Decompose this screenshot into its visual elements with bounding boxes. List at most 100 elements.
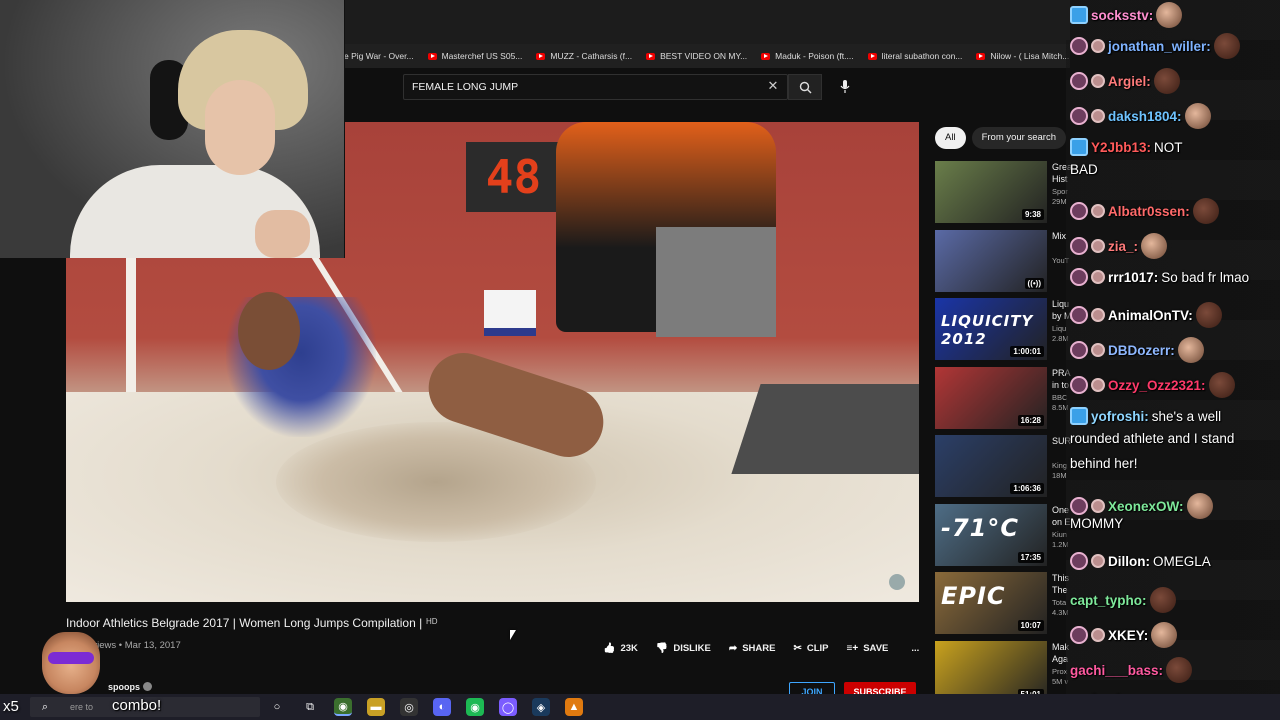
bookmark-item[interactable]: literal subathon con... bbox=[867, 51, 963, 61]
chat-text-continued: behind her! bbox=[1070, 456, 1138, 471]
thumbs-down-icon: 👎 bbox=[655, 642, 669, 654]
steam-icon[interactable]: ◈ bbox=[532, 698, 550, 716]
chat-username[interactable]: DBDozerr: bbox=[1108, 343, 1175, 358]
bits-badge-icon bbox=[1091, 39, 1105, 53]
action-label: DISLIKE bbox=[673, 642, 711, 654]
vlc-icon[interactable]: ▲ bbox=[565, 698, 583, 716]
recommended-video[interactable]: EPIC 10:07 This The Tota 4.3M bbox=[935, 572, 1075, 636]
bookmark-item[interactable]: Masterchef US S05... bbox=[427, 51, 522, 61]
youtube-icon bbox=[976, 52, 986, 60]
bookmark-item[interactable]: MUZZ - Catharsis (f... bbox=[536, 51, 632, 61]
scissors-button[interactable]: ✂ CLIP bbox=[793, 643, 828, 654]
channel-watermark-icon[interactable] bbox=[889, 574, 905, 590]
chat-username[interactable]: Albatr0ssen: bbox=[1108, 204, 1190, 219]
pit-edge bbox=[731, 384, 919, 474]
chat-username[interactable]: XKEY: bbox=[1108, 628, 1148, 643]
recommended-video[interactable]: 9:38 Grea Hist Spor 29M bbox=[935, 161, 1075, 225]
chat-username[interactable]: jonathan_willer: bbox=[1108, 39, 1211, 54]
action-label: ... bbox=[911, 642, 920, 654]
emote-icon bbox=[1213, 33, 1240, 59]
recommended-video[interactable]: ((•)) Mix YouT bbox=[935, 229, 1075, 294]
filter-chip[interactable]: From your search bbox=[971, 127, 1066, 149]
channel-name[interactable]: spoops bbox=[108, 682, 140, 692]
duration-badge: 10:07 bbox=[1017, 620, 1044, 631]
chat-username[interactable]: AnimalOnTV: bbox=[1108, 308, 1193, 323]
chat-message: jonathan_willer: bbox=[1070, 33, 1240, 59]
thumbs-down-button[interactable]: 👎 DISLIKE bbox=[656, 643, 711, 654]
chat-username[interactable]: Y2Jbb13: bbox=[1091, 140, 1151, 155]
task-view-icon[interactable]: ⧉ bbox=[301, 698, 319, 716]
chat-message: capt_typho: bbox=[1070, 587, 1176, 613]
combo-emote-icon bbox=[42, 632, 100, 694]
chat-username[interactable]: daksh1804: bbox=[1108, 109, 1182, 124]
youtube-icon bbox=[646, 52, 656, 60]
video-thumbnail[interactable]: 16:28 bbox=[935, 366, 1047, 429]
emote-icon bbox=[1141, 233, 1168, 259]
recommended-video[interactable]: 1:06:36 SUR King 18M bbox=[935, 435, 1075, 499]
video-actions: 👍 23K 👎 DISLIKE ➦ SHARE ✂ CLIP ≡+ SAVE... bbox=[603, 638, 919, 658]
mic-button[interactable] bbox=[835, 77, 855, 97]
chat-message: zia_: bbox=[1070, 233, 1168, 259]
spotify-icon[interactable]: ◉ bbox=[466, 698, 484, 716]
folder-icon[interactable]: ▬ bbox=[367, 698, 385, 716]
emote-icon bbox=[1184, 103, 1211, 129]
bookmarks-bar: e Pig War - Over... Masterchef US S05... M… bbox=[340, 44, 1070, 68]
video-thumbnail[interactable]: 1:06:36 bbox=[935, 435, 1047, 497]
share-button[interactable]: ➦ SHARE bbox=[729, 643, 776, 654]
video-thumbnail[interactable]: -71°C 17:35 bbox=[935, 503, 1047, 566]
thumbnail-text: LIQUICITY 2012 bbox=[941, 312, 1034, 348]
emote-icon bbox=[1156, 2, 1183, 28]
chat-username[interactable]: XeonexOW: bbox=[1108, 499, 1184, 514]
chat-username[interactable]: Dillon: bbox=[1108, 554, 1150, 569]
bookmark-label: Maduk - Poison (ft.... bbox=[775, 51, 854, 61]
bookmark-item[interactable]: Nilow - ( Lisa Mitch... bbox=[976, 51, 1069, 61]
bookmark-item[interactable]: Maduk - Poison (ft.... bbox=[761, 51, 854, 61]
search-button[interactable] bbox=[788, 74, 822, 100]
bits-badge-icon bbox=[1091, 499, 1105, 513]
chat-username[interactable]: yofroshi: bbox=[1091, 409, 1149, 424]
obs-icon[interactable]: ◎ bbox=[400, 698, 418, 716]
chat-message: daksh1804: bbox=[1070, 103, 1211, 129]
chat-username[interactable]: Argiel: bbox=[1108, 74, 1151, 89]
recommended-video[interactable]: LIQUICITY 20121:00:01Liqu by MLiqu 2.8M bbox=[935, 298, 1075, 362]
bookmark-label: BEST VIDEO ON MY... bbox=[660, 51, 748, 61]
duration-badge: ((•)) bbox=[1024, 277, 1044, 289]
marker-block bbox=[484, 290, 536, 336]
chat-username[interactable]: Ozzy_Ozz2321: bbox=[1108, 378, 1206, 393]
filter-chip[interactable]: All bbox=[935, 127, 966, 149]
video-thumbnail[interactable]: 9:38 bbox=[935, 161, 1047, 223]
search-icon[interactable]: ⌕ bbox=[36, 698, 54, 716]
youtube-icon bbox=[536, 52, 546, 60]
bits-badge-icon bbox=[1091, 204, 1105, 218]
recommended-video[interactable]: -71°C17:35One on EKiun 1.2M bbox=[935, 503, 1075, 568]
recommended-video[interactable]: 16:28PRA in toBBC 8.5M bbox=[935, 366, 1075, 431]
chat-username[interactable]: socksstv: bbox=[1091, 8, 1153, 23]
bookmark-item[interactable]: BEST VIDEO ON MY... bbox=[646, 51, 747, 61]
video-thumbnail[interactable]: EPIC 10:07 bbox=[935, 572, 1047, 634]
bookmark-label: literal subathon con... bbox=[881, 51, 963, 61]
close-icon[interactable]: ✕ bbox=[765, 78, 781, 94]
cortana-icon[interactable]: ○ bbox=[268, 698, 286, 716]
bookmark-item[interactable]: e Pig War - Over... bbox=[344, 51, 414, 61]
more-button[interactable]: ... bbox=[906, 643, 919, 654]
combo-label: combo! bbox=[112, 697, 162, 714]
playlist-add-button[interactable]: ≡+ SAVE bbox=[847, 643, 889, 654]
discord-icon[interactable]: ◐ bbox=[433, 698, 451, 716]
chrome-icon[interactable]: ◉ bbox=[334, 698, 352, 716]
thumbs-up-button[interactable]: 👍 23K bbox=[603, 643, 638, 654]
chat-username[interactable]: gachi___bass: bbox=[1070, 663, 1163, 678]
thumbs-up-icon: 👍 bbox=[603, 642, 616, 654]
video-thumbnail[interactable]: LIQUICITY 2012 1:00:01 bbox=[935, 298, 1047, 360]
search-input[interactable]: FEMALE LONG JUMP bbox=[403, 74, 788, 100]
chat-username[interactable]: rrr1017: bbox=[1108, 270, 1158, 285]
thumbnail-text: EPIC bbox=[941, 582, 1006, 610]
playlist-add-icon: ≡+ bbox=[846, 642, 859, 654]
hd-badge: HD bbox=[426, 617, 438, 626]
youtube-icon bbox=[867, 52, 877, 60]
bookmark-label: MUZZ - Catharsis (f... bbox=[550, 51, 633, 61]
chat-text-continued: rounded athlete and I stand bbox=[1070, 431, 1235, 446]
tor-icon[interactable]: ◯ bbox=[499, 698, 517, 716]
chat-username[interactable]: capt_typho: bbox=[1070, 593, 1147, 608]
chat-username[interactable]: zia_: bbox=[1108, 239, 1138, 254]
video-thumbnail[interactable]: ((•)) bbox=[935, 229, 1047, 292]
